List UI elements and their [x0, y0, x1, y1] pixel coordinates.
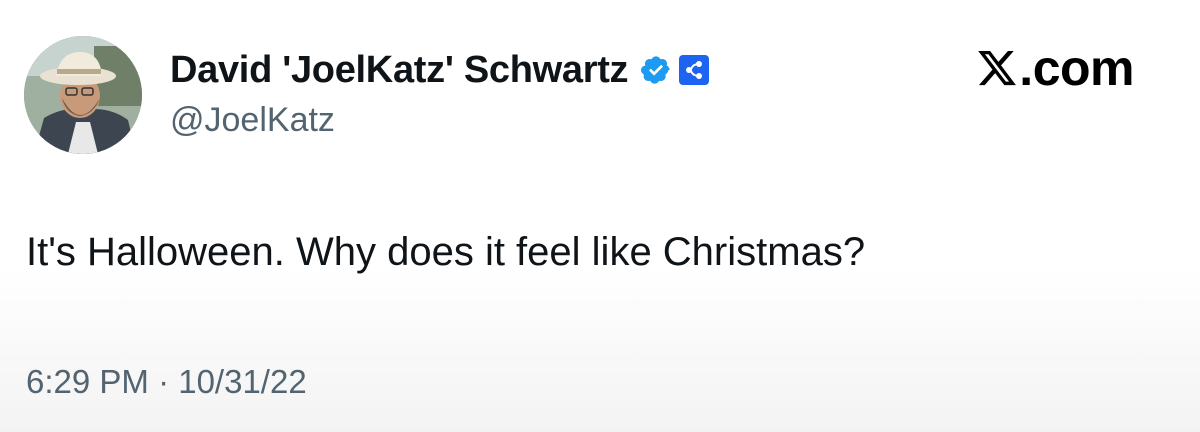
ripple-affiliate-badge-icon[interactable]	[678, 54, 710, 86]
tweet-text: It's Halloween. Why does it feel like Ch…	[26, 230, 866, 274]
tweet-timestamp[interactable]: 6:29 PM · 10/31/22	[26, 362, 307, 402]
profile-photo-avatar	[24, 36, 142, 154]
verified-badge-icon	[640, 54, 672, 86]
brand-domain-text: .com	[1019, 40, 1134, 96]
display-name[interactable]: David 'JoelKatz' Schwartz	[170, 48, 629, 92]
x-logo-icon	[975, 47, 1019, 89]
brand-watermark: .com	[975, 40, 1134, 96]
name-row: David 'JoelKatz' Schwartz	[170, 48, 710, 92]
user-handle[interactable]: @JoelKatz	[170, 100, 335, 140]
avatar[interactable]	[24, 36, 142, 154]
